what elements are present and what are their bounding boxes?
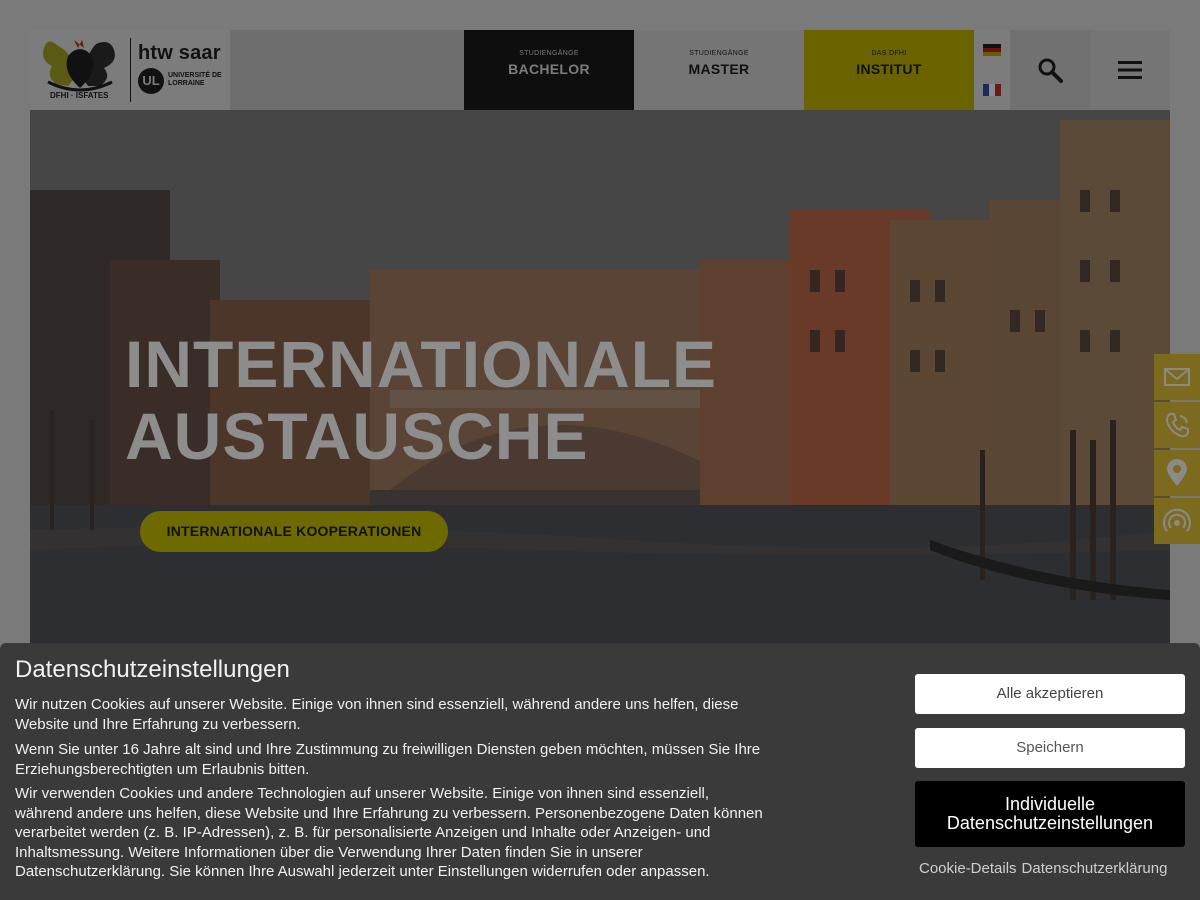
international-cooperations-button[interactable]: INTERNATIONALE KOOPERATIONEN	[140, 511, 448, 552]
language-german-button[interactable]	[974, 30, 1010, 70]
hamburger-menu-icon	[1118, 61, 1142, 79]
search-button[interactable]	[1010, 30, 1090, 110]
cookie-text-2: Wenn Sie unter 16 Jahre alt sind und Ihr…	[15, 741, 761, 778]
phone-icon	[1165, 413, 1189, 438]
side-broadcast-button[interactable]	[1154, 498, 1200, 544]
dfhi-caption: DFHI · ISFATES	[50, 91, 109, 100]
mail-icon	[1164, 368, 1190, 386]
de-flag-icon	[983, 44, 1001, 56]
hero-banner: INTERNATIONALE AUSTAUSCHE INTERNATIONALE…	[30, 110, 1170, 650]
nav-institut-label: INSTITUT	[856, 61, 922, 77]
language-french-button[interactable]	[974, 70, 1010, 110]
hero-title-line-2: AUSTAUSCHE	[125, 399, 589, 473]
cookie-text-3: Wir verwenden Cookies und andere Technol…	[15, 785, 763, 880]
nav-bachelor-label: BACHELOR	[508, 61, 590, 77]
logo-link[interactable]: DFHI · ISFATES htw saar UL UNIVERSITÉ DE…	[30, 30, 230, 110]
nav-master-label: MASTER	[688, 61, 750, 77]
individual-privacy-settings-button[interactable]: Individuelle Datenschutzeinstellungen	[915, 781, 1185, 847]
nav-institut[interactable]: DAS DFHI INSTITUT	[804, 30, 974, 110]
fr-flag-icon	[983, 84, 1001, 96]
hero-title-line-1: INTERNATIONALE	[125, 327, 718, 401]
logo-divider	[130, 38, 131, 102]
location-icon	[1167, 459, 1187, 486]
cookie-title: Datenschutzeinstellungen	[15, 656, 290, 683]
htw-saar-logo-text: htw saar	[138, 42, 221, 64]
cookie-links: Cookie-Details Datenschutzerklärung	[919, 860, 1172, 877]
privacy-policy-link[interactable]: Datenschutzerklärung	[1022, 860, 1168, 877]
hero-title: INTERNATIONALE AUSTAUSCHE	[125, 328, 717, 472]
ul-logo-text: UNIVERSITÉ DE LORRAINE	[168, 72, 222, 87]
cookie-details-link[interactable]: Cookie-Details	[919, 860, 1017, 877]
ul-logo-icon: UL	[138, 68, 164, 94]
nav-institut-kicker: DAS DFHI	[871, 50, 907, 57]
side-location-button[interactable]	[1154, 450, 1200, 496]
nav-bachelor[interactable]: STUDIENGÄNGE BACHELOR	[464, 30, 634, 110]
nav-master[interactable]: STUDIENGÄNGE MASTER	[634, 30, 804, 110]
side-phone-button[interactable]	[1154, 402, 1200, 448]
side-mail-button[interactable]	[1154, 354, 1200, 400]
individual-button-line-2: Datenschutzeinstellungen	[946, 813, 1154, 833]
nav-bachelor-kicker: STUDIENGÄNGE	[519, 50, 579, 57]
save-button[interactable]: Speichern	[915, 728, 1185, 768]
accept-all-button[interactable]: Alle akzeptieren	[915, 674, 1185, 714]
cookie-text-1: Wir nutzen Cookies auf unserer Website. …	[15, 696, 739, 733]
individual-button-line-1: Individuelle	[1004, 794, 1096, 814]
cookie-consent-banner: Datenschutzeinstellungen Wir nutzen Cook…	[0, 643, 1200, 900]
nav-master-kicker: STUDIENGÄNGE	[689, 50, 749, 57]
menu-button[interactable]	[1090, 30, 1170, 110]
broadcast-icon	[1163, 508, 1191, 532]
search-icon	[1038, 58, 1063, 83]
